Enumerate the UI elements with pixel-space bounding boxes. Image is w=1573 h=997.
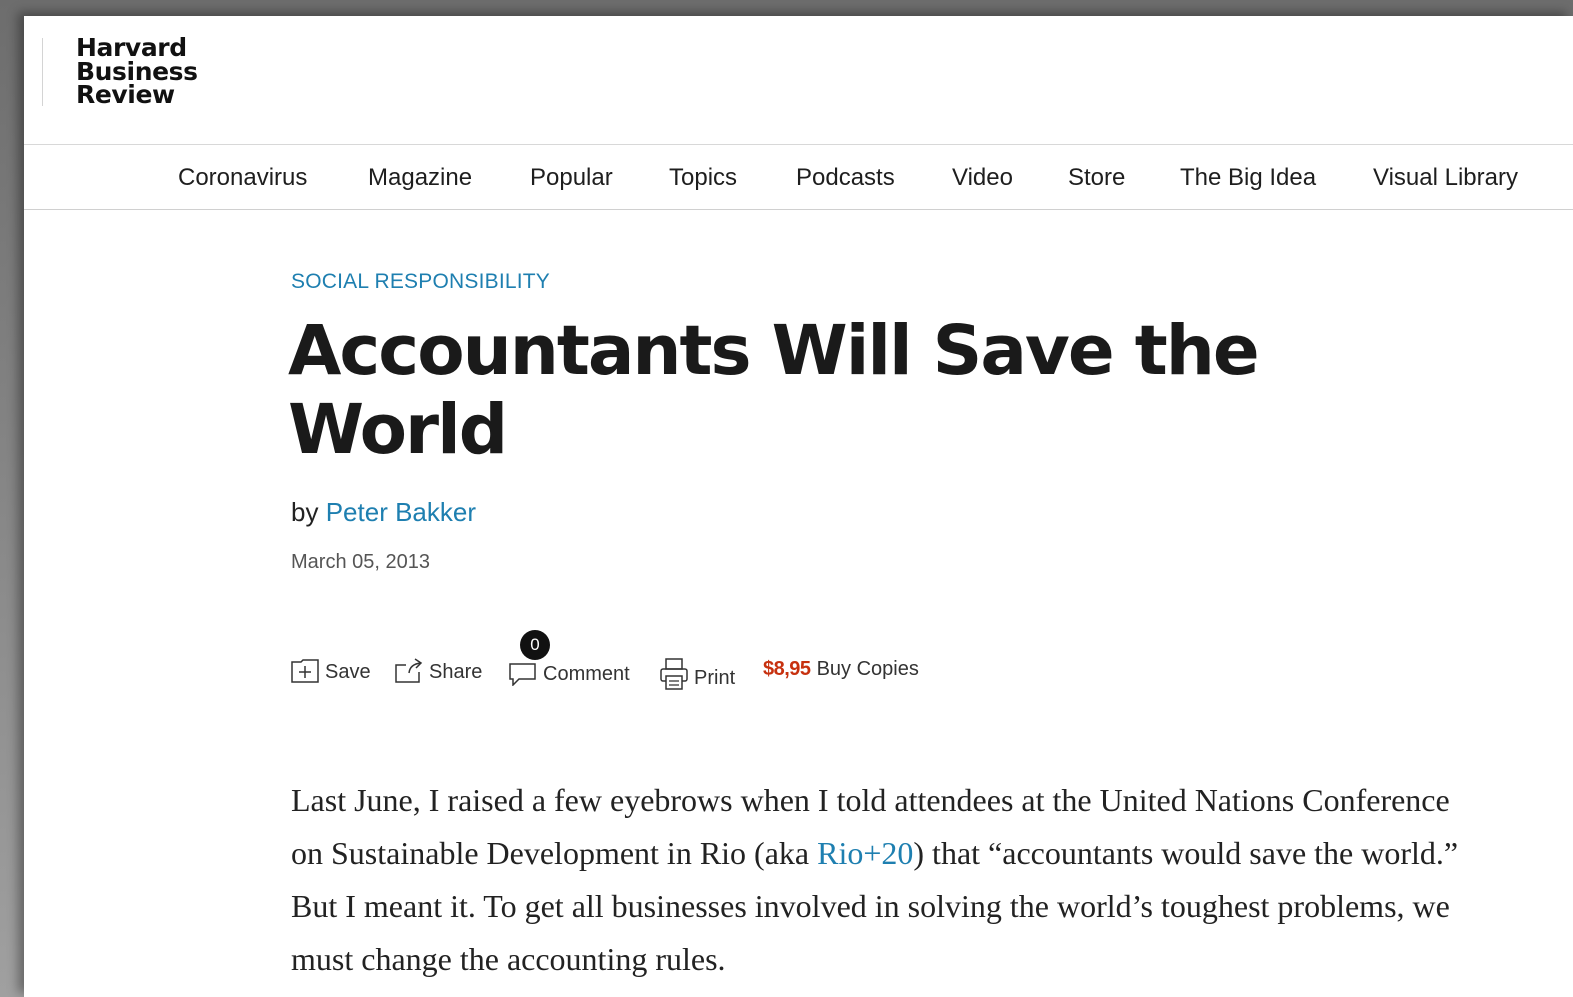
article-paragraph: Last June, I raised a few eyebrows when … [291, 774, 1471, 986]
buy-copies-label: Buy Copies [816, 658, 919, 680]
article-title: Accountants Will Save the World [288, 311, 1260, 470]
nav-item-video[interactable]: Video [952, 164, 1013, 192]
nav-item-coronavirus[interactable]: Coronavirus [178, 164, 307, 192]
byline: by Peter Bakker [291, 497, 476, 528]
share-button[interactable]: Share [395, 658, 482, 684]
nav-item-magazine[interactable]: Magazine [368, 164, 472, 192]
save-label: Save [325, 661, 371, 683]
nav-item-topics[interactable]: Topics [669, 164, 737, 192]
save-button[interactable]: Save [291, 658, 371, 684]
comment-label: Comment [543, 663, 630, 685]
comment-icon [509, 663, 536, 686]
nav-item-the-big-idea[interactable]: The Big Idea [1180, 164, 1316, 192]
topic-link[interactable]: SOCIAL RESPONSIBILITY [291, 270, 550, 294]
browser-page: Harvard Business Review Coronavirus Maga… [24, 16, 1573, 997]
author-link[interactable]: Peter Bakker [326, 497, 476, 527]
logo-line-harvard: Harvard [76, 33, 187, 62]
print-label: Print [694, 667, 736, 689]
logo-line-review: Review [76, 80, 175, 109]
publish-date: March 05, 2013 [291, 551, 430, 573]
comment-count-badge: 0 [520, 630, 550, 660]
nav-item-podcasts[interactable]: Podcasts [796, 164, 895, 192]
main-nav: Coronavirus Magazine Popular Topics Podc… [24, 145, 1573, 210]
share-label: Share [429, 661, 483, 683]
buy-copies-button[interactable]: $8,95 Buy Copies [763, 658, 919, 681]
print-icon [660, 658, 688, 690]
print-button[interactable]: Print [660, 658, 735, 690]
share-icon [395, 658, 423, 683]
nav-item-store[interactable]: Store [1068, 164, 1125, 192]
masthead: Harvard Business Review [24, 16, 1573, 145]
masthead-divider [42, 38, 43, 106]
save-icon [291, 659, 319, 683]
comment-button[interactable]: Comment [509, 658, 630, 686]
byline-prefix: by [291, 497, 319, 527]
nav-item-visual-library[interactable]: Visual Library [1373, 164, 1518, 192]
price-label: $8,95 [763, 658, 811, 680]
rio-20-link[interactable]: Rio+20 [817, 835, 913, 871]
nav-item-popular[interactable]: Popular [530, 164, 613, 192]
hbr-logo[interactable]: Harvard Business Review [76, 33, 198, 109]
